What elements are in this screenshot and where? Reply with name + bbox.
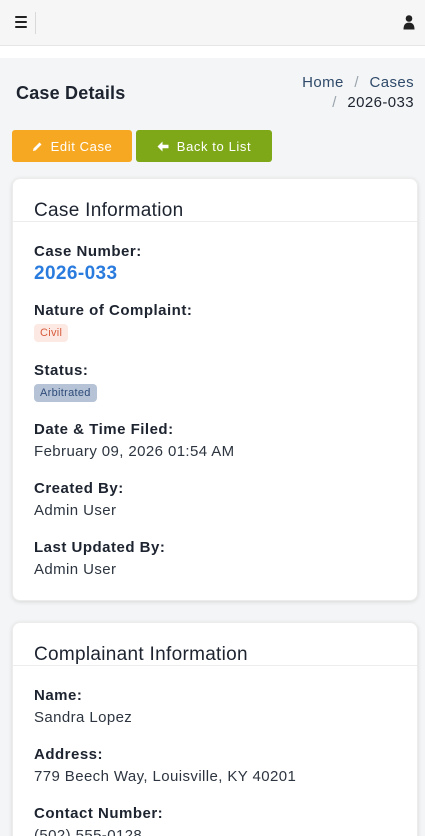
edit-case-button[interactable]: Edit Case <box>12 130 132 162</box>
breadcrumb-separator: / <box>354 74 359 91</box>
complainant-address-field: Address: 779 Beech Way, Louisville, KY 4… <box>34 746 296 785</box>
edit-case-label: Edit Case <box>50 138 113 154</box>
field-label: Nature of Complaint: <box>34 302 193 319</box>
top-navbar <box>0 0 425 46</box>
status-badge: Arbitrated <box>34 384 97 402</box>
field-label: Address: <box>34 746 104 763</box>
field-label: Name: <box>34 687 83 704</box>
complainant-contact-value: (502) 555-0128 <box>34 827 143 836</box>
nature-of-complaint-field: Nature of Complaint: Civil <box>34 302 192 342</box>
created-by-field: Created By: Admin User <box>34 480 124 519</box>
breadcrumb: Home / Cases / 2026-033 <box>302 73 414 113</box>
last-updated-by-field: Last Updated By: Admin User <box>34 539 165 578</box>
case-information-card: Case Information Case Number: 2026-033 N… <box>12 178 418 601</box>
navbar-shadow-strip <box>0 46 425 58</box>
case-number-field: Case Number: 2026-033 <box>34 243 142 285</box>
breadcrumb-separator: / <box>332 94 337 111</box>
field-label: Created By: <box>34 480 124 497</box>
complaint-badge: Civil <box>34 324 69 342</box>
user-icon[interactable] <box>403 14 415 30</box>
created-by-value: Admin User <box>34 502 117 519</box>
complainant-name-field: Name: Sandra Lopez <box>34 687 132 726</box>
field-label: Date & Time Filed: <box>34 421 174 438</box>
case-number-value: 2026-033 <box>34 263 118 284</box>
complainant-address-value: 779 Beech Way, Louisville, KY 40201 <box>34 768 297 785</box>
complainant-name-value: Sandra Lopez <box>34 709 133 726</box>
date-filed-field: Date & Time Filed: February 09, 2026 01:… <box>34 421 235 460</box>
arrow-left-icon <box>157 141 169 151</box>
status-field: Status: Arbitrated <box>34 362 97 402</box>
hamburger-icon[interactable] <box>15 16 27 28</box>
card-title: Complainant Information <box>13 623 417 666</box>
navbar-divider <box>35 12 36 34</box>
date-filed-value: February 09, 2026 01:54 AM <box>34 443 235 460</box>
breadcrumb-home[interactable]: Home <box>302 74 344 91</box>
card-title: Case Information <box>13 179 417 222</box>
field-label: Contact Number: <box>34 805 164 822</box>
back-to-list-label: Back to List <box>176 138 252 154</box>
field-label: Last Updated By: <box>34 539 166 556</box>
field-label: Case Number: <box>34 243 142 260</box>
complainant-contact-field: Contact Number: (502) 555-0128 <box>34 805 163 836</box>
last-updated-by-value: Admin User <box>34 561 117 578</box>
breadcrumb-current: 2026-033 <box>347 94 414 111</box>
breadcrumb-cases[interactable]: Cases <box>369 74 414 91</box>
complainant-information-card: Complainant Information Name: Sandra Lop… <box>12 622 418 836</box>
field-label: Status: <box>34 362 89 379</box>
pencil-icon <box>32 142 42 151</box>
page-title: Case Details <box>16 83 126 103</box>
back-to-list-button[interactable]: Back to List <box>136 130 272 162</box>
